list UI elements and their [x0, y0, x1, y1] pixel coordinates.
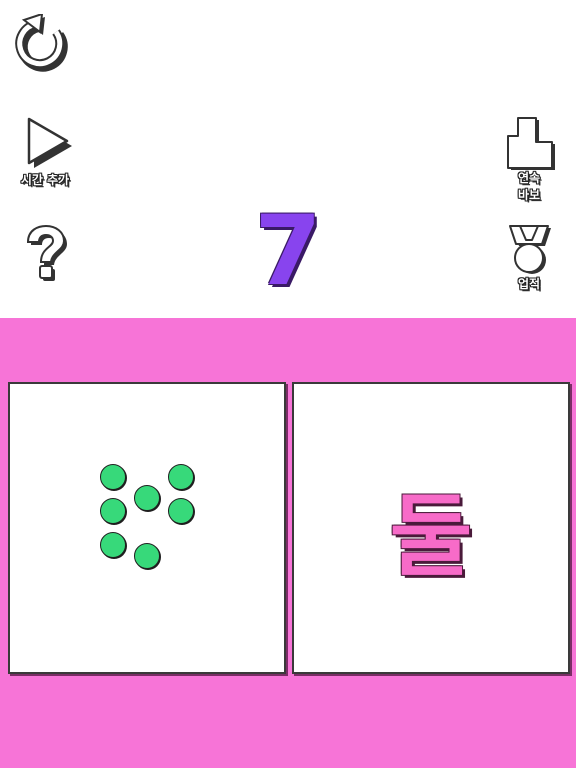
- achievements-label: 업적: [517, 277, 541, 291]
- dots-card[interactable]: [8, 382, 286, 674]
- restart-button[interactable]: [14, 14, 76, 78]
- streak-label-line2: 바보: [517, 188, 541, 202]
- dot: [168, 498, 194, 524]
- medal-icon: [509, 225, 551, 274]
- help-button[interactable]: [20, 224, 72, 286]
- dot: [134, 543, 160, 569]
- dot: [168, 464, 194, 490]
- add-time-label: 시간 추가: [20, 173, 70, 187]
- podium-icon: [507, 117, 555, 170]
- game-screen: 시간 추가 7 연속 바보 업적 둘: [0, 0, 576, 768]
- add-time-button[interactable]: 시간 추가: [14, 116, 76, 206]
- streak-button[interactable]: 연속 바보: [496, 114, 562, 210]
- word-card[interactable]: 둘: [292, 382, 570, 674]
- achievements-button[interactable]: 업적: [496, 220, 562, 300]
- play-icon: [27, 117, 72, 168]
- streak-label-line1: 연속: [517, 171, 541, 185]
- number-word: 둘: [389, 484, 473, 589]
- restart-icon: [15, 14, 68, 72]
- dot: [100, 464, 126, 490]
- dot: [100, 532, 126, 558]
- score-counter: 7: [254, 195, 322, 307]
- question-icon: [26, 224, 67, 281]
- top-panel: 시간 추가 7 연속 바보 업적: [0, 0, 576, 318]
- dot: [100, 498, 126, 524]
- dot: [134, 485, 160, 511]
